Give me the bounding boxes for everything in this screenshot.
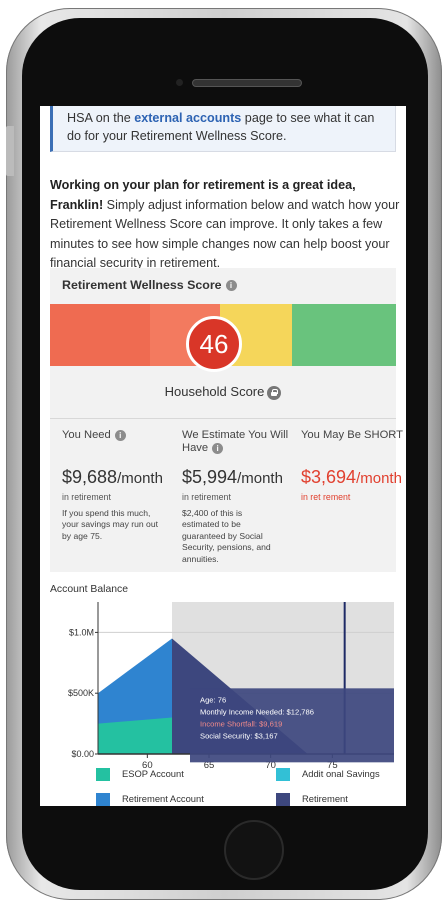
account-balance-svg[interactable]: $0.00$500K$1.0M60 65 70 75Age: 76Monthly In… bbox=[40, 594, 406, 774]
legend-retirement: Retirement bbox=[276, 793, 348, 806]
shortfall-amount: $3,694/month bbox=[301, 467, 402, 487]
legend-swatch-additional-savings bbox=[276, 768, 290, 782]
estimate-sub: in retirement bbox=[182, 492, 231, 502]
notice-text-before: HSA on the bbox=[67, 111, 135, 125]
score-bar-segment-red bbox=[50, 304, 151, 366]
account-balance-chart: Account Balance $0.00 $500K $1.0M 60 65 70 75 A… bbox=[40, 580, 406, 806]
estimate-label: We Estimate You Will Have i bbox=[182, 429, 289, 454]
tooltip-age: Age: 76 bbox=[200, 695, 226, 704]
series-esop-area bbox=[98, 717, 172, 754]
intro-body: Simply adjust information below and watc… bbox=[50, 197, 400, 271]
shortfall-column: You May Be SHORT $3,694/month in ret rem… bbox=[301, 429, 406, 502]
wellness-score-title: Retirement Wellness Score i bbox=[62, 278, 237, 292]
estimate-amount: $5,994/month bbox=[182, 467, 283, 487]
estimate-column: We Estimate You Will Have i $5,994/month … bbox=[182, 429, 298, 565]
camera-icon bbox=[176, 79, 183, 86]
score-bar-segment-green bbox=[292, 304, 396, 366]
you-need-sub: in retirement bbox=[62, 492, 111, 502]
info-icon[interactable]: i bbox=[212, 442, 224, 454]
external-accounts-notice: HSA on the external accounts page to see… bbox=[50, 106, 396, 152]
legend-retirement-account: Retirement Account bbox=[96, 793, 204, 806]
household-score: Household Score bbox=[50, 384, 396, 400]
legend-swatch-retirement-account bbox=[96, 793, 110, 806]
household-score-label: Household Score bbox=[164, 384, 265, 399]
tooltip-income-shortfall: Income Shortfall: $9,619 bbox=[200, 719, 282, 728]
wellness-score-panel: Retirement Wellness Score i 46 Household … bbox=[50, 268, 396, 418]
side-button bbox=[6, 126, 14, 176]
estimate-note: $2,400 of this is estimated to be guaran… bbox=[182, 508, 271, 564]
info-icon[interactable]: i bbox=[225, 280, 237, 292]
wellness-score-title-text: Retirement Wellness Score bbox=[62, 278, 222, 292]
legend-additional-savings: Addit onal Savings bbox=[276, 768, 380, 782]
external-accounts-link[interactable]: external accounts bbox=[134, 111, 241, 125]
intro-paragraph: Working on your plan for retirement is a… bbox=[50, 176, 400, 274]
speaker-grille bbox=[192, 79, 302, 87]
tooltip-social-security: Social Security: $3,167 bbox=[200, 731, 278, 740]
y-tick-label: $0.00 bbox=[71, 749, 94, 759]
home-button[interactable] bbox=[224, 820, 284, 880]
info-icon[interactable]: i bbox=[114, 429, 126, 441]
score-value-badge: 46 bbox=[186, 316, 242, 372]
y-tick-label: $1.0M bbox=[69, 627, 94, 637]
lock-icon[interactable] bbox=[267, 385, 282, 400]
you-need-amount: $9,688/month bbox=[62, 467, 163, 487]
shortfall-sub: in ret rement bbox=[301, 492, 351, 502]
you-need-note: If you spend this much, your savings may… bbox=[62, 508, 159, 541]
legend-swatch-esop bbox=[96, 768, 110, 782]
you-need-column: You Need i $9,688/month in retirement If … bbox=[62, 429, 163, 542]
income-metrics: You Need i $9,688/month in retirement If … bbox=[50, 418, 403, 572]
legend-esop: ESOP Account bbox=[96, 768, 184, 782]
app-screen: HSA on the external accounts page to see… bbox=[40, 106, 406, 806]
tooltip-income-needed: Monthly Income Needed: $12,786 bbox=[200, 707, 314, 716]
legend-swatch-retirement bbox=[276, 793, 290, 806]
shortfall-label: You May Be SHORT bbox=[301, 429, 403, 441]
you-need-label: You Need i bbox=[62, 429, 162, 455]
y-tick-label: $500K bbox=[68, 688, 94, 698]
